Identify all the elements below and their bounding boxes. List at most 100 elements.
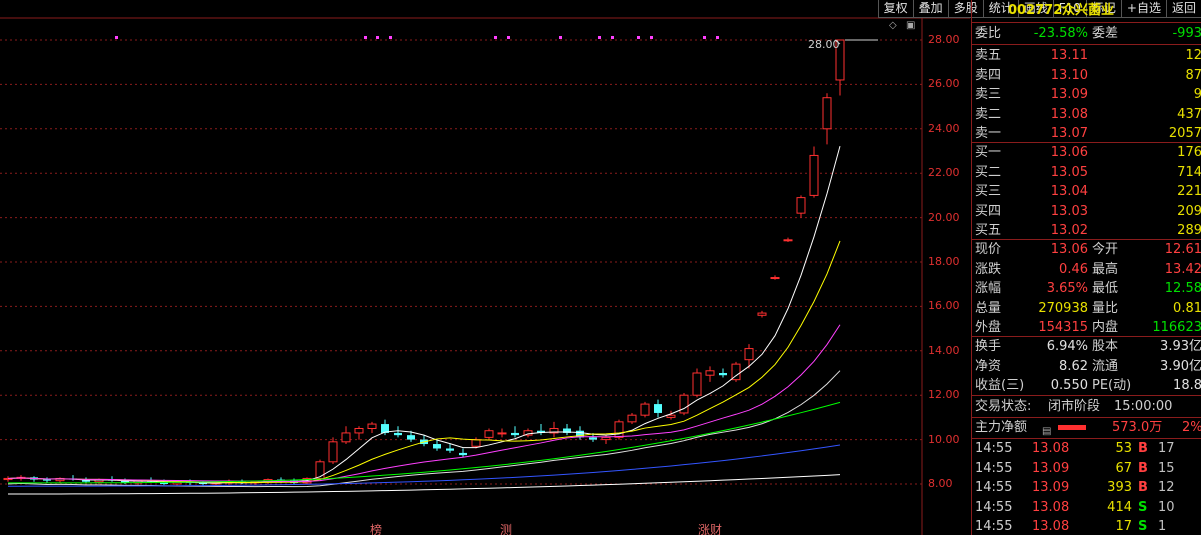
- candle-body: [719, 373, 727, 376]
- candle-body: [601, 436, 611, 441]
- quote-stat-row: 涨幅 3.65% 最低 12.58: [972, 279, 1201, 298]
- kline-chart[interactable]: 28.00 26.00 24.00 22.00 20.00 18.00 16.00 14.00…: [0, 0, 970, 535]
- tick-row: 14:55 13.08 53 B 17: [972, 439, 1201, 458]
- overlay-button[interactable]: 叠加: [912, 0, 948, 18]
- order-volume: 2057: [1168, 126, 1201, 141]
- candle-body: [484, 430, 494, 438]
- price-axis-label: 28.00: [928, 33, 960, 46]
- stock-name: 众兴菌业: [1062, 3, 1115, 18]
- ma10-line: [7, 240, 841, 484]
- candle-body: [783, 239, 793, 242]
- order-level-label: 卖五: [975, 48, 1002, 63]
- stat-value: 0.46: [1059, 261, 1088, 277]
- candle-body: [341, 432, 351, 443]
- chart-mark-ce[interactable]: 测: [500, 521, 512, 535]
- main-flow-label: 主力净额: [975, 420, 1028, 435]
- tick-price: 13.09: [1032, 460, 1070, 476]
- candle-body: [354, 428, 364, 434]
- stat-value: 154315: [1038, 320, 1088, 335]
- order-book-row[interactable]: 买三 13.04 221: [972, 182, 1201, 201]
- price-axis-label: 10.00: [928, 432, 960, 446]
- order-book-row[interactable]: 卖四 13.10 87: [972, 66, 1201, 85]
- order-book-row[interactable]: 买五 13.02 289: [972, 221, 1201, 240]
- candle-body: [770, 277, 780, 280]
- quote-stat-row: 总量 270938 量比 0.81: [972, 299, 1201, 318]
- tick-side: B: [1138, 460, 1148, 476]
- tick-row: 14:55 13.09 67 B 15: [972, 459, 1201, 478]
- main-flow-bar: [1058, 425, 1086, 430]
- signal-dot: [598, 36, 601, 39]
- tick-row: 14:55 13.08 17 S 1: [972, 517, 1201, 535]
- signal-dot: [507, 36, 510, 39]
- main-flow-value: 573.0万: [1112, 420, 1163, 435]
- tick-volume: 67: [1115, 460, 1132, 476]
- order-book-row[interactable]: 卖一 13.07 2057: [972, 124, 1201, 143]
- quote-stat-row: 涨跌 0.46 最高 13.42: [972, 260, 1201, 279]
- trade-status-value: 闭市阶段: [1048, 399, 1101, 414]
- quote-stat-row: 收益(三) 0.550 PE(动) 18.8: [972, 376, 1201, 395]
- stat-label: 现价: [975, 242, 1002, 257]
- order-volume: 12: [1185, 48, 1201, 63]
- signal-dot: [716, 36, 719, 39]
- stat-value: 18.8: [1173, 378, 1201, 393]
- diff-value: -993: [1172, 26, 1201, 41]
- order-book-row[interactable]: 买一 13.06 176: [972, 143, 1201, 162]
- order-price: 13.07: [1050, 126, 1088, 141]
- stat-value: 3.90亿: [1160, 358, 1201, 374]
- trade-status-row: 交易状态: 闭市阶段 15:00:00: [972, 397, 1201, 416]
- candle-body: [666, 414, 676, 418]
- stat-label: 最高: [1092, 261, 1119, 277]
- order-level-label: 买一: [975, 145, 1002, 160]
- order-book-row[interactable]: 买四 13.03 209: [972, 202, 1201, 221]
- price-axis-label: 22.00: [928, 166, 960, 180]
- chart-mark-zhangcai[interactable]: 涨财: [698, 521, 722, 535]
- tick-volume: 414: [1107, 499, 1132, 515]
- candle-body: [367, 423, 377, 429]
- order-level-label: 卖四: [975, 67, 1002, 83]
- signal-dot: [703, 36, 706, 39]
- signal-dot: [559, 36, 562, 39]
- signal-dot: [494, 36, 497, 39]
- order-price: 13.05: [1050, 164, 1088, 180]
- restore-rights-button[interactable]: 复权: [877, 0, 913, 18]
- quote-panel: 002772 众兴菌业 委比 -23.58% 委差 -993 卖五 13.11 12…: [971, 0, 1201, 535]
- candle-body: [654, 404, 662, 413]
- order-volume: 176: [1177, 145, 1201, 160]
- order-price: 13.02: [1050, 223, 1088, 238]
- signal-dot: [637, 36, 640, 39]
- quote-stat-row: 净资 8.62 流通 3.90亿: [972, 357, 1201, 376]
- tick-row: 14:55 13.08 414 S 10: [972, 498, 1201, 517]
- candle-body: [679, 394, 689, 414]
- window-toggle-icon[interactable]: ▣: [906, 20, 915, 31]
- tick-volume: 17: [1115, 519, 1132, 534]
- price-axis-label: 18.00: [928, 255, 960, 268]
- diamond-icon[interactable]: ◇: [889, 20, 897, 31]
- kline-svg[interactable]: [0, 0, 970, 535]
- chart-mark-bang[interactable]: 榜: [370, 521, 382, 535]
- order-book-row[interactable]: 卖二 13.08 437: [972, 105, 1201, 124]
- order-volume: 9: [1122, 85, 1201, 104]
- stat-label: 换手: [975, 339, 1002, 354]
- stat-label: 流通: [1092, 358, 1119, 374]
- candle-body: [822, 97, 832, 130]
- candle-body: [809, 154, 819, 196]
- tick-price: 13.08: [1032, 441, 1070, 456]
- tick-time: 14:55: [975, 460, 1013, 476]
- tick-side: S: [1138, 499, 1148, 515]
- candle-body: [394, 432, 402, 436]
- candle-body: [744, 348, 754, 361]
- tick-row: 14:55 13.09 393 B 12: [972, 478, 1201, 497]
- trade-time: 15:00:00: [1114, 399, 1173, 414]
- order-book-row[interactable]: 卖五 13.11 12: [972, 46, 1201, 65]
- order-price: 13.09: [1050, 87, 1088, 102]
- candle-body: [315, 461, 325, 479]
- order-volume: 437: [1177, 106, 1201, 122]
- stat-value: 6.94%: [1046, 339, 1088, 354]
- tick-time: 14:55: [975, 519, 1013, 534]
- tick-time: 14:55: [975, 499, 1013, 515]
- order-book-row[interactable]: 买二 13.05 714: [972, 163, 1201, 182]
- candle-body: [433, 444, 441, 449]
- stat-label: 量比: [1092, 300, 1119, 316]
- tick-time: 14:55: [975, 480, 1013, 495]
- order-book-row[interactable]: 卖三 13.09 9: [972, 85, 1201, 104]
